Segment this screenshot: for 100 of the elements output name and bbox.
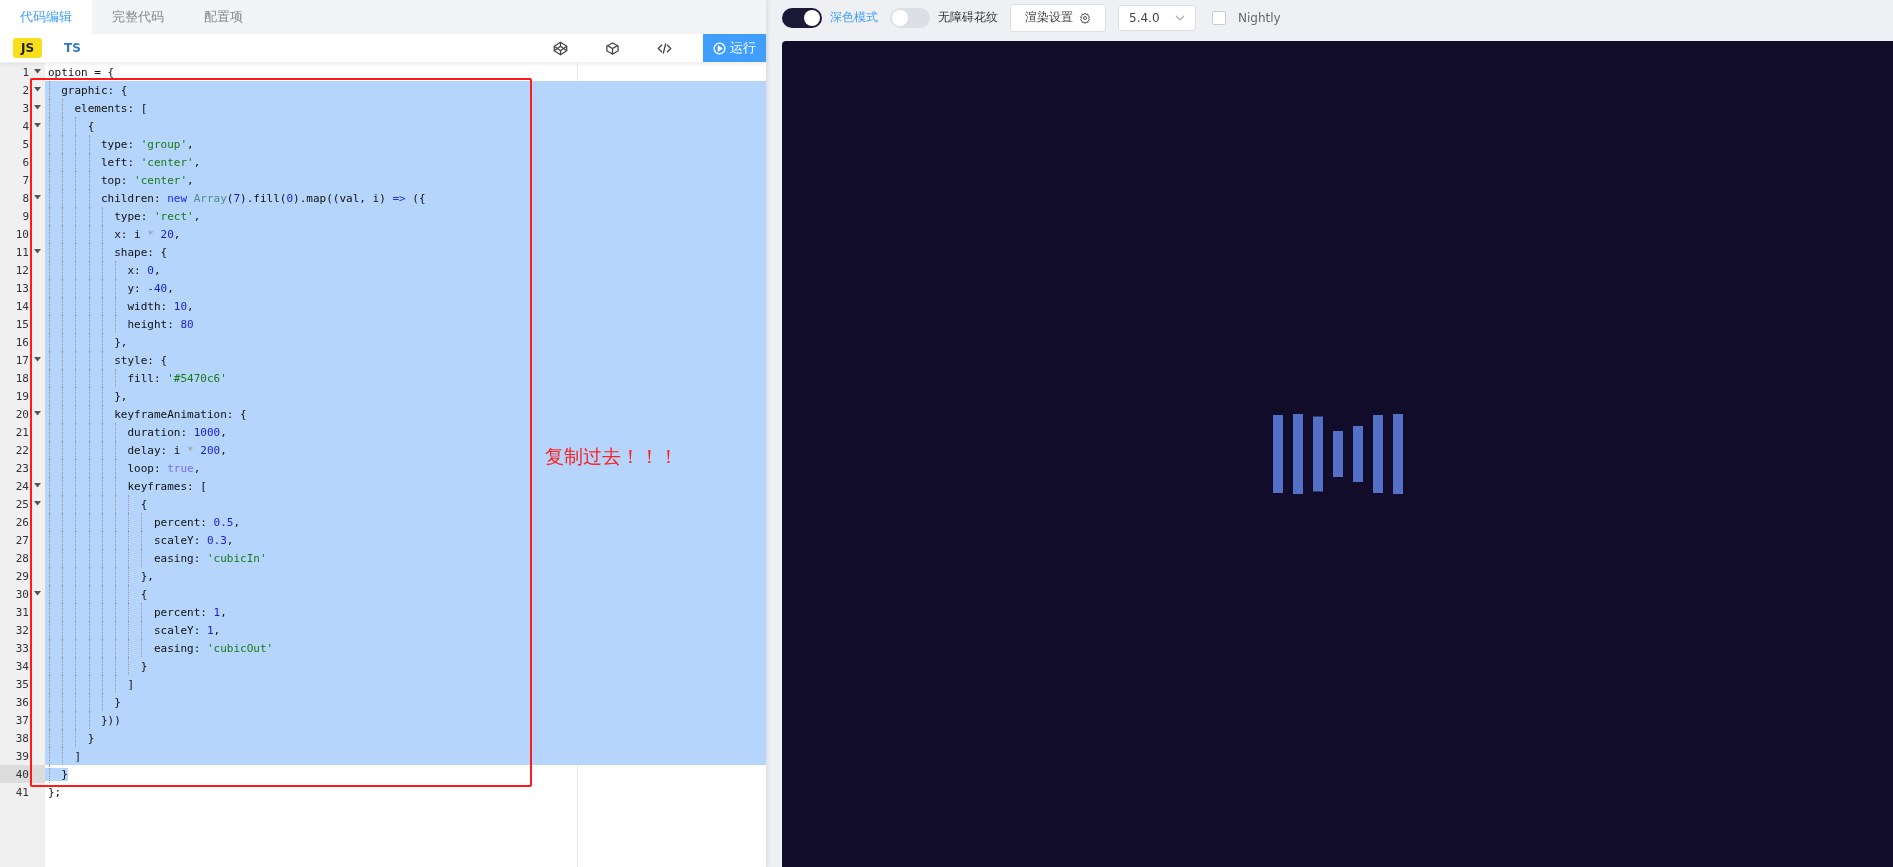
switch-label: 深色模式	[830, 9, 878, 26]
code-line: }	[86, 731, 95, 745]
line-number: 12	[15, 263, 29, 277]
code-line: easing: 'cubicIn'	[152, 551, 267, 565]
line-number: 34	[15, 659, 29, 673]
code-line: left: 'center',	[99, 155, 201, 169]
annotation-text: 复制过去！！！	[545, 444, 678, 469]
code-line: keyframeAnimation: {	[113, 407, 247, 421]
fold-caret-icon[interactable]	[34, 483, 41, 488]
line-number: 11	[15, 245, 29, 259]
code-line: style: {	[113, 353, 168, 367]
version-select[interactable]: 5.4.0	[1118, 4, 1196, 31]
code-line: keyframes: [	[126, 479, 207, 493]
code-line: shape: {	[113, 245, 168, 259]
code-line: },	[139, 569, 154, 583]
code-line: {	[139, 497, 148, 511]
gear-icon	[1079, 11, 1091, 24]
editor-tab[interactable]: 配置项	[184, 0, 263, 34]
code-line: scaleY: 0.3,	[152, 533, 234, 547]
line-number: 20	[15, 407, 29, 421]
line-number: 13	[15, 281, 29, 295]
code-line: percent: 1,	[152, 605, 227, 619]
line-number: 27	[15, 533, 29, 547]
line-number: 21	[15, 425, 29, 439]
code-line: {	[139, 587, 148, 601]
line-number: 39	[15, 749, 29, 763]
line-number: 41	[15, 785, 29, 799]
code-line: y: -40,	[126, 281, 174, 295]
nightly-checkbox[interactable]	[1212, 10, 1226, 25]
fold-caret-icon[interactable]	[34, 249, 41, 254]
line-number: 19	[15, 389, 29, 403]
fold-caret-icon[interactable]	[34, 105, 41, 110]
code-line: duration: 1000,	[126, 425, 227, 439]
code-line: top: 'center',	[99, 173, 194, 187]
line-number: 38	[15, 731, 29, 745]
code-line: percent: 0.5,	[152, 515, 241, 529]
line-number: 26	[15, 515, 29, 529]
dark-mode-switch[interactable]	[782, 7, 822, 28]
code-line: }))	[99, 713, 121, 727]
fold-caret-icon[interactable]	[34, 591, 41, 596]
code-line: };	[47, 785, 62, 799]
line-number: 22	[15, 443, 29, 457]
fold-caret-icon[interactable]	[34, 195, 41, 200]
line-number: 25	[15, 497, 29, 511]
code-line: fill: '#5470c6'	[126, 371, 227, 385]
chevron-down-icon	[1175, 14, 1185, 21]
line-number: 6	[22, 155, 29, 169]
play-icon	[713, 41, 726, 55]
code-line: }	[139, 659, 148, 673]
code-line: type: 'rect',	[113, 209, 201, 223]
line-number: 15	[15, 317, 29, 331]
line-number: 35	[15, 677, 29, 691]
code-line: height: 80	[126, 317, 194, 331]
code-line: x: 0,	[126, 263, 161, 277]
render-settings-button[interactable]: 渲染设置	[1010, 3, 1106, 32]
code-line: graphic: {	[60, 83, 128, 97]
line-number: 18	[15, 371, 29, 385]
code-line: option = {	[47, 65, 115, 79]
fold-caret-icon[interactable]	[34, 411, 41, 416]
code-line: width: 10,	[126, 299, 194, 313]
line-number: 5	[22, 137, 29, 151]
line-number: 9	[22, 209, 29, 223]
line-number: 29	[15, 569, 29, 583]
fold-caret-icon[interactable]	[34, 123, 41, 128]
line-number: 31	[15, 605, 29, 619]
line-number: 24	[15, 479, 29, 493]
language-tab[interactable]: JS	[13, 38, 43, 58]
line-number: 17	[15, 353, 29, 367]
run-button[interactable]: 运行	[703, 34, 766, 62]
code-line: scaleY: 1,	[152, 623, 221, 637]
line-number: 7	[22, 173, 29, 187]
pattern-switch[interactable]	[890, 7, 930, 28]
switch-label: 无障碍花纹	[938, 9, 998, 26]
line-number: 14	[15, 299, 29, 313]
line-number: 30	[15, 587, 29, 601]
fold-caret-icon[interactable]	[34, 501, 41, 506]
code-line: }	[113, 695, 121, 709]
code-line: elements: [	[73, 101, 148, 115]
code-line: delay: i * 200,	[126, 443, 227, 457]
line-number: 40	[15, 767, 29, 781]
code-line: ]	[126, 677, 135, 691]
line-number: 36	[15, 695, 29, 709]
line-number: 28	[15, 551, 29, 565]
line-number: 23	[15, 461, 29, 475]
line-number: 8	[22, 191, 29, 205]
fold-caret-icon[interactable]	[34, 69, 41, 74]
line-number: 2	[22, 83, 29, 97]
code-line: ]	[73, 749, 82, 763]
line-number: 3	[22, 101, 29, 115]
code-line: easing: 'cubicOut'	[152, 641, 274, 655]
language-tab[interactable]: TS	[56, 38, 89, 58]
fold-caret-icon[interactable]	[34, 87, 41, 92]
editor-tab[interactable]: 完整代码	[92, 0, 184, 34]
fold-caret-icon[interactable]	[34, 357, 41, 362]
code-line: {	[86, 119, 95, 133]
line-number: 4	[22, 119, 29, 133]
code-line: x: i * 20,	[113, 227, 181, 241]
line-number: 10	[15, 227, 29, 241]
line-number: 1	[22, 65, 29, 79]
editor-tab[interactable]: 代码编辑	[0, 0, 92, 34]
